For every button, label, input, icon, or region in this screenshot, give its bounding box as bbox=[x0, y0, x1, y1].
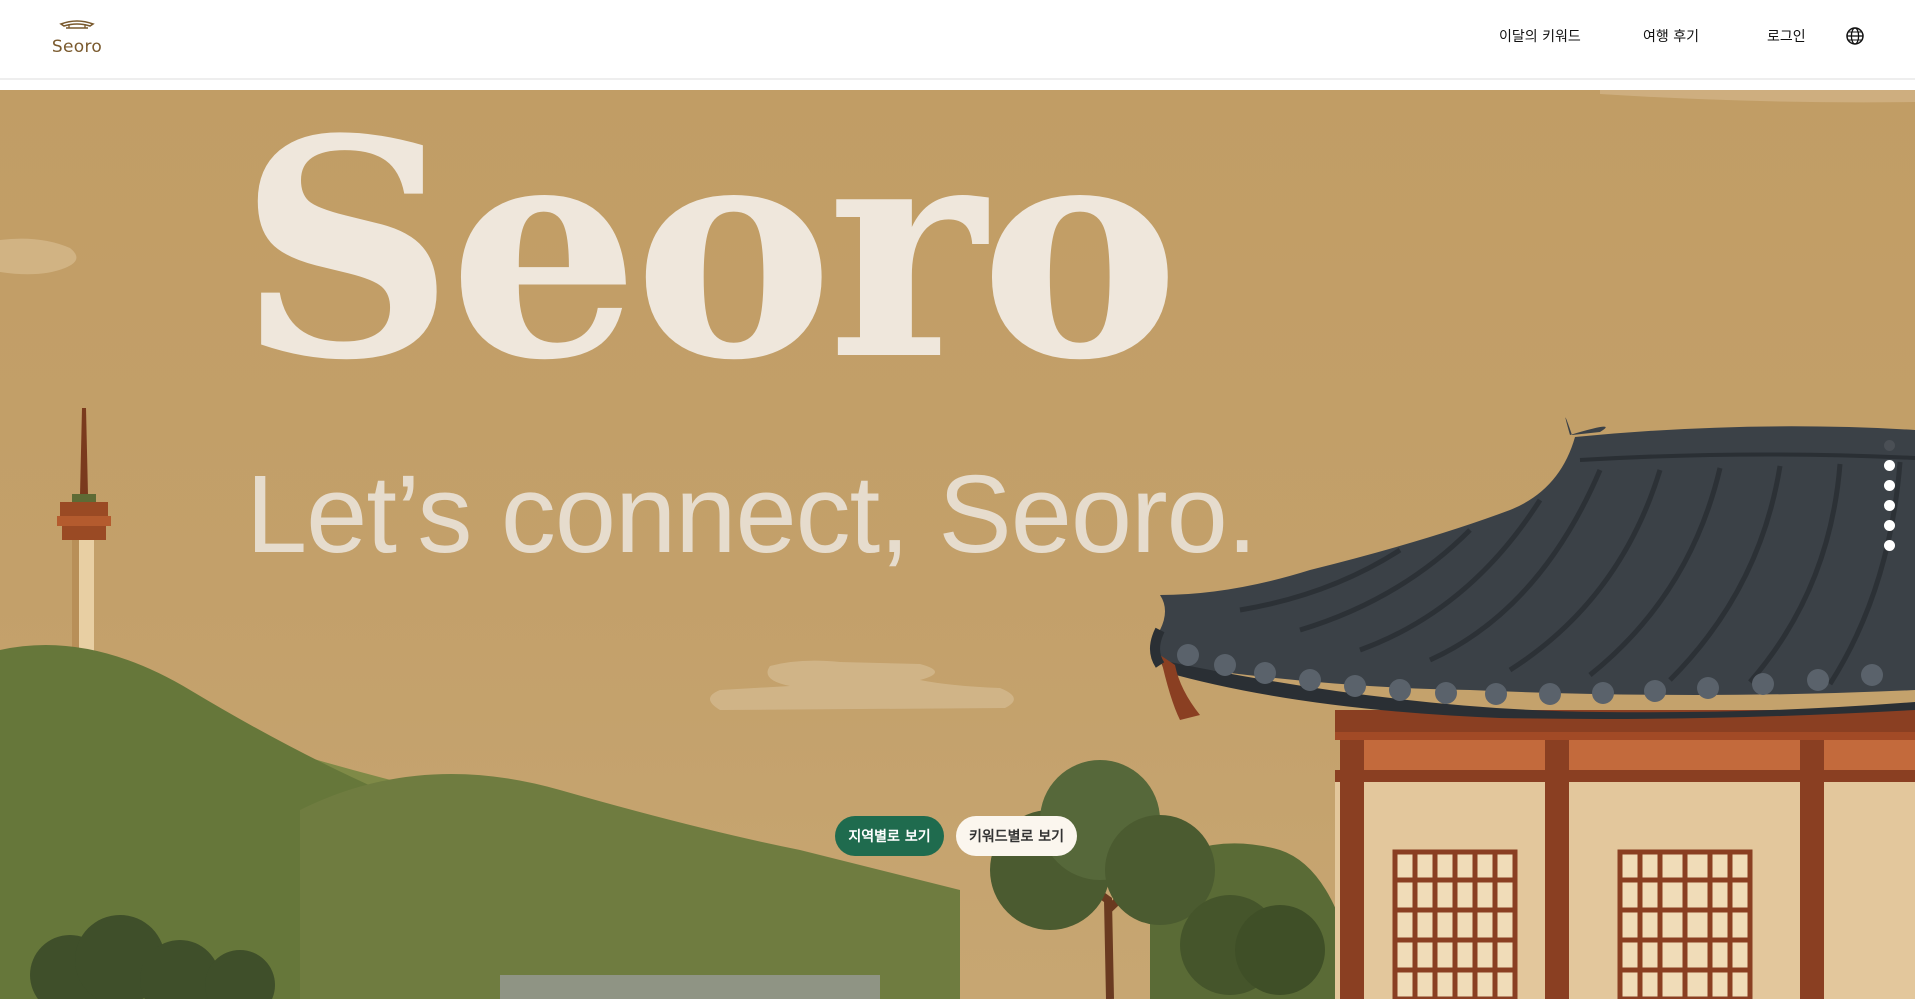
hill-right bbox=[300, 774, 960, 999]
pagination-dot-2[interactable] bbox=[1884, 460, 1895, 471]
hero-title: Seoro bbox=[238, 90, 1180, 426]
window-right bbox=[1617, 849, 1753, 999]
cloud-top-right bbox=[1600, 90, 1915, 103]
roof bbox=[1565, 417, 1606, 435]
nav-login[interactable]: 로그인 bbox=[1767, 24, 1806, 50]
pagination-dot-3[interactable] bbox=[1884, 480, 1895, 491]
view-by-region-button[interactable]: 지역별로 보기 bbox=[835, 816, 944, 856]
globe-icon[interactable] bbox=[1845, 26, 1865, 46]
river bbox=[500, 975, 880, 999]
slide-pagination bbox=[1884, 440, 1898, 560]
nav-travel-reviews[interactable]: 여행 후기 bbox=[1643, 24, 1699, 50]
window-left bbox=[1392, 849, 1518, 999]
cloud-center bbox=[710, 660, 1014, 710]
pagination-dot-6[interactable] bbox=[1884, 540, 1895, 551]
logo-text: Seoro bbox=[51, 37, 103, 57]
pagination-dot-1[interactable] bbox=[1884, 440, 1895, 451]
nav-keyword-of-month[interactable]: 이달의 키워드 bbox=[1499, 24, 1581, 50]
hero-section: Seoro Let’s connect, Seoro. 지역별로 보기 키워드별… bbox=[0, 90, 1915, 999]
cloud-left bbox=[0, 238, 77, 275]
pagination-dot-5[interactable] bbox=[1884, 520, 1895, 531]
view-by-keyword-button[interactable]: 키워드별로 보기 bbox=[956, 816, 1077, 856]
hanok-roof-icon bbox=[59, 20, 95, 29]
logo[interactable]: Seoro bbox=[42, 16, 112, 62]
pagination-dot-4[interactable] bbox=[1884, 500, 1895, 511]
hero-subtitle: Let’s connect, Seoro. bbox=[246, 453, 1257, 576]
top-navigation-bar: Seoro 이달의 키워드 여행 후기 로그인 bbox=[0, 0, 1915, 80]
